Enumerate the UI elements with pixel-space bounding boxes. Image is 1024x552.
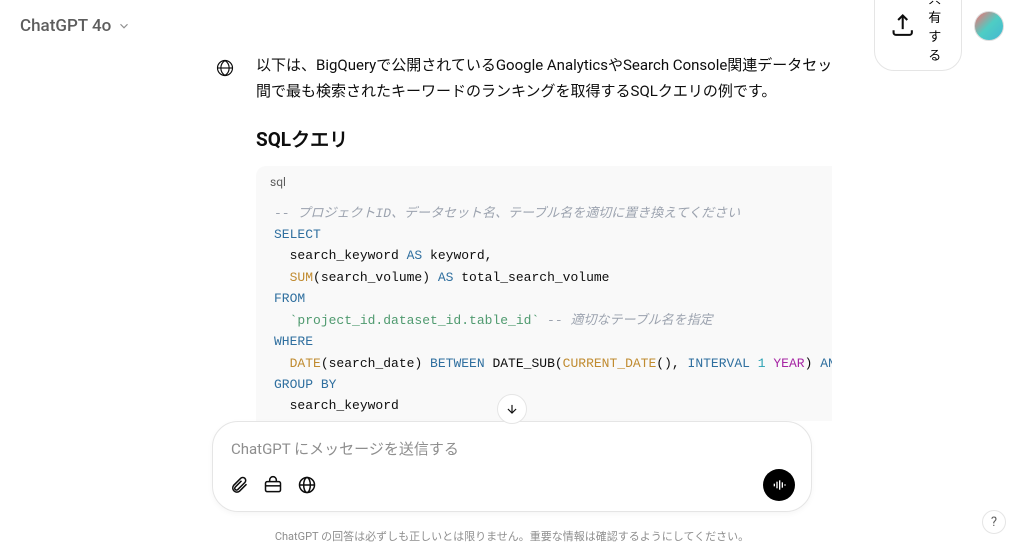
voice-input-button[interactable] [763,469,795,501]
composer-box[interactable]: ChatGPT にメッセージを送信する [212,421,812,512]
disclaimer-text: ChatGPT の回答は必ずしも正しいとは限りません。重要な情報は確認するように… [0,522,1024,552]
chevron-down-icon [117,19,131,33]
web-button[interactable] [297,475,317,495]
attach-file-button[interactable] [229,475,249,495]
scroll-to-bottom-button[interactable] [497,394,527,424]
upload-icon [889,12,916,39]
share-label: 共有する [922,0,947,64]
globe-icon [297,475,317,495]
avatar[interactable] [974,11,1004,41]
message-body: 以下は、BigQueryで公開されているGoogle AnalyticsやSea… [256,52,832,432]
help-button[interactable]: ? [982,510,1006,534]
waveform-icon [771,477,787,493]
header-right: 共有する [874,0,1004,71]
section-heading: SQLクエリ [256,125,832,152]
composer-area: ChatGPT にメッセージを送信する Chat [0,421,1024,552]
arrow-down-icon [505,402,519,416]
code-header: sql コードをコピーする [256,166,832,199]
assistant-message: 以下は、BigQueryで公開されているGoogle AnalyticsやSea… [212,52,812,432]
toolbox-icon [263,475,283,495]
share-button[interactable]: 共有する [874,0,962,71]
header: ChatGPT 4o 共有する [0,0,1024,52]
code-body[interactable]: -- プロジェクトID、データセット名、テーブル名を適切に置き換えてください S… [256,199,832,433]
model-name: ChatGPT 4o [20,16,111,36]
assistant-logo-icon [212,55,238,81]
code-lang-label: sql [270,175,286,189]
model-selector[interactable]: ChatGPT 4o [20,16,131,36]
tools-button[interactable] [263,475,283,495]
conversation: 以下は、BigQueryで公開されているGoogle AnalyticsやSea… [192,52,832,432]
paperclip-icon [229,475,249,495]
code-block: sql コードをコピーする -- プロジェクトID、データセット名、テーブル名を… [256,166,832,433]
composer-toolbar [229,469,795,501]
intro-paragraph: 以下は、BigQueryで公開されているGoogle AnalyticsやSea… [256,52,832,105]
message-input[interactable]: ChatGPT にメッセージを送信する [229,434,795,469]
